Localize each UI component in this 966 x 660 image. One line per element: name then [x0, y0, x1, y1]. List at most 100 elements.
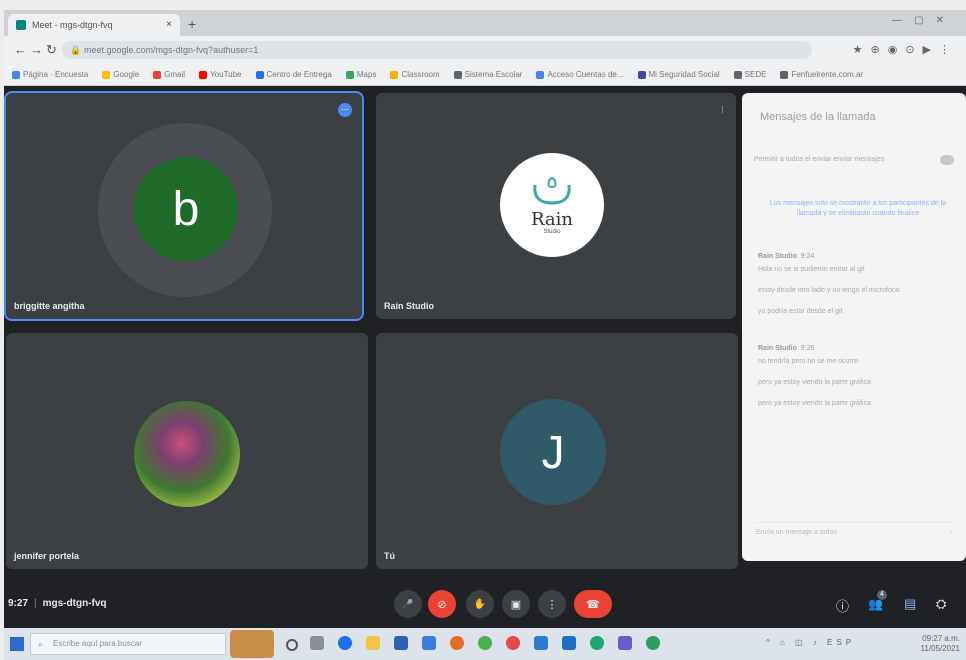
chat-message-input[interactable]: Envía un mensaje a todos › — [756, 522, 952, 543]
app-icon[interactable] — [562, 636, 576, 650]
bookmark-favicon-icon — [199, 70, 208, 79]
reload-icon[interactable]: ↻ — [46, 42, 57, 58]
people-button[interactable]: 👥 4 — [868, 590, 887, 611]
bookmark-item[interactable]: Centro de Entrega — [255, 70, 332, 79]
message-group: Rain Studio 9:24 Hola no se si pudieron … — [758, 253, 954, 329]
clock[interactable]: 09:27 a.m. 11/05/2021 — [921, 634, 960, 654]
bookmark-item[interactable]: Classroom — [390, 70, 440, 79]
bookmark-label: Acceso Cuentas de... — [547, 70, 624, 79]
toggle-label: Permitir a todos el enviar enviar mensaj… — [754, 156, 885, 163]
activities-icon[interactable]: ⛭ — [936, 596, 946, 612]
chrome-icon[interactable] — [478, 636, 492, 650]
bookmark-label: Google — [113, 70, 140, 79]
bookmark-favicon-icon — [390, 70, 399, 79]
chrome-profile-icon[interactable] — [506, 636, 520, 650]
bookmark-item[interactable]: Google — [102, 70, 139, 79]
bookmark-item[interactable]: YouTube — [199, 70, 242, 79]
bookmark-item[interactable]: Sistema Escolar — [453, 70, 522, 79]
edge-icon[interactable] — [338, 636, 352, 650]
chat-title: Mensajes de la llamada — [760, 111, 876, 123]
tab-close-icon[interactable]: × — [166, 19, 172, 30]
taskbar-search-box[interactable]: ⌕ Escribe aquí para buscar — [30, 633, 226, 655]
participant-tile-rain-studio[interactable]: ⁝ Rain Studio Rain Studio — [376, 93, 736, 319]
address-bar[interactable]: 🔒 meet.google.com/mgs-dtgn-fvq?authuser=… — [62, 41, 812, 59]
bookmark-item[interactable]: Gmail — [153, 70, 185, 79]
chat-icon[interactable]: ▤ — [904, 596, 916, 612]
present-button[interactable]: ▣ — [502, 590, 530, 618]
bookmark-label: SEDE — [744, 70, 767, 79]
message-text: Hola no se si pudieron entrar al git — [758, 266, 865, 273]
present-icon: ▣ — [510, 598, 522, 611]
extension-icons[interactable]: ★⊕◉⊙▶⋮ — [853, 43, 958, 56]
search-highlight-image — [230, 630, 274, 658]
participant-name: jennifer portela — [14, 551, 80, 561]
window-controls[interactable]: —▢✕ — [892, 15, 956, 26]
firefox-icon[interactable] — [450, 636, 464, 650]
system-tray-icons[interactable]: ^ ⌂ ◫ ♪ ESP — [766, 638, 855, 647]
meeting-info-icon[interactable]: ⓘ — [836, 596, 849, 615]
task-view-icon[interactable] — [310, 636, 324, 650]
chat-panel: Mensajes de la llamada Permitir a todos … — [742, 93, 966, 561]
hangup-icon: ☎ — [586, 598, 600, 611]
app-icon[interactable] — [534, 636, 548, 650]
url-text: meet.google.com/mgs-dtgn-fvq?authuser=1 — [84, 45, 259, 55]
avatar: J — [500, 399, 606, 505]
bookmark-item[interactable]: Acceso Cuentas de... — [536, 70, 624, 79]
app-icon[interactable] — [618, 636, 632, 650]
message-text: pero ya estoy viendo la parte gráfica — [758, 400, 871, 407]
participant-tile-jennifer[interactable]: jennifer portela — [6, 333, 368, 569]
message-text: pero ya estoy viendo la parte gráfica — [758, 379, 871, 386]
participant-tile-briggitte[interactable]: b ⋯ briggitte angitha — [4, 91, 364, 321]
rain-studio-logo: Rain Studio — [500, 153, 604, 257]
raise-hand-button[interactable]: ✋ — [466, 590, 494, 618]
bookmark-favicon-icon — [12, 70, 20, 79]
rain-drop-icon — [533, 177, 571, 205]
back-arrow-icon[interactable]: ← — [14, 42, 27, 57]
participant-tile-self[interactable]: J Tú — [376, 333, 738, 569]
windows-taskbar: ⌕ Escribe aquí para buscar ^ ⌂ ◫ ♪ ESP 0… — [4, 628, 966, 660]
bookmark-item[interactable]: Mi Seguridad Social — [637, 70, 720, 79]
tab-title: Meet - mgs-dtgn-fvq — [32, 20, 113, 30]
chat-input-placeholder: Envía un mensaje a todos — [756, 529, 837, 536]
bookmarks-bar: Página · Encuesta Google Gmail YouTube Centr… — [4, 64, 966, 86]
message-text: estoy desde otro lado y no tengo el micr… — [758, 287, 900, 294]
meeting-details: 9:27 | mgs-dtgn-fvq — [8, 598, 107, 609]
bookmark-favicon-icon — [780, 70, 789, 79]
mail-icon[interactable] — [422, 636, 436, 650]
bookmark-item[interactable]: Fenfuelrente.com.ar — [780, 70, 863, 79]
participant-name: Tú — [384, 551, 395, 561]
bookmark-item[interactable]: SEDE — [733, 70, 767, 79]
app-icon[interactable] — [590, 636, 604, 650]
browser-tab[interactable]: Meet - mgs-dtgn-fvq × — [8, 14, 180, 36]
cortana-icon[interactable] — [286, 639, 298, 651]
send-icon[interactable]: › — [950, 523, 952, 543]
file-explorer-icon[interactable] — [366, 636, 380, 650]
participant-name: Rain Studio — [384, 301, 434, 311]
audio-indicator-icon: ⋯ — [338, 103, 352, 117]
message-text: no tendría pero no se me ocurre — [758, 358, 859, 365]
avatar-initial: J — [541, 426, 565, 478]
screen: Meet - mgs-dtgn-fvq × + —▢✕ ← → ↻ 🔒 meet… — [4, 10, 966, 660]
permission-toggle[interactable] — [940, 155, 954, 165]
leave-call-button[interactable]: ☎ — [574, 590, 612, 618]
microphone-button[interactable]: 🎤 — [394, 590, 422, 618]
new-tab-button[interactable]: + — [188, 16, 196, 32]
muted-icon: ⁝ — [720, 105, 724, 116]
bookmark-item[interactable]: Página · Encuesta — [12, 70, 88, 79]
message-text: yo podría estar desde el git — [758, 308, 843, 315]
bookmark-item[interactable]: Maps — [345, 70, 376, 79]
meet-favicon-icon — [16, 20, 26, 30]
forward-arrow-icon[interactable]: → — [30, 42, 43, 57]
profile-photo — [134, 401, 240, 507]
windows-start-icon[interactable] — [10, 637, 24, 651]
app-icon[interactable] — [646, 636, 660, 650]
store-icon[interactable] — [394, 636, 408, 650]
bookmark-label: Mi Seguridad Social — [648, 70, 720, 79]
tray-date: 11/05/2021 — [920, 644, 960, 653]
tray-time: 09:27 a.m. — [922, 634, 960, 643]
camera-off-button[interactable]: ⊘ — [428, 590, 456, 618]
lock-icon: 🔒 — [70, 45, 82, 55]
hand-icon: ✋ — [473, 598, 487, 610]
more-options-button[interactable]: ⋮ — [538, 590, 566, 618]
bookmark-favicon-icon — [637, 70, 646, 79]
